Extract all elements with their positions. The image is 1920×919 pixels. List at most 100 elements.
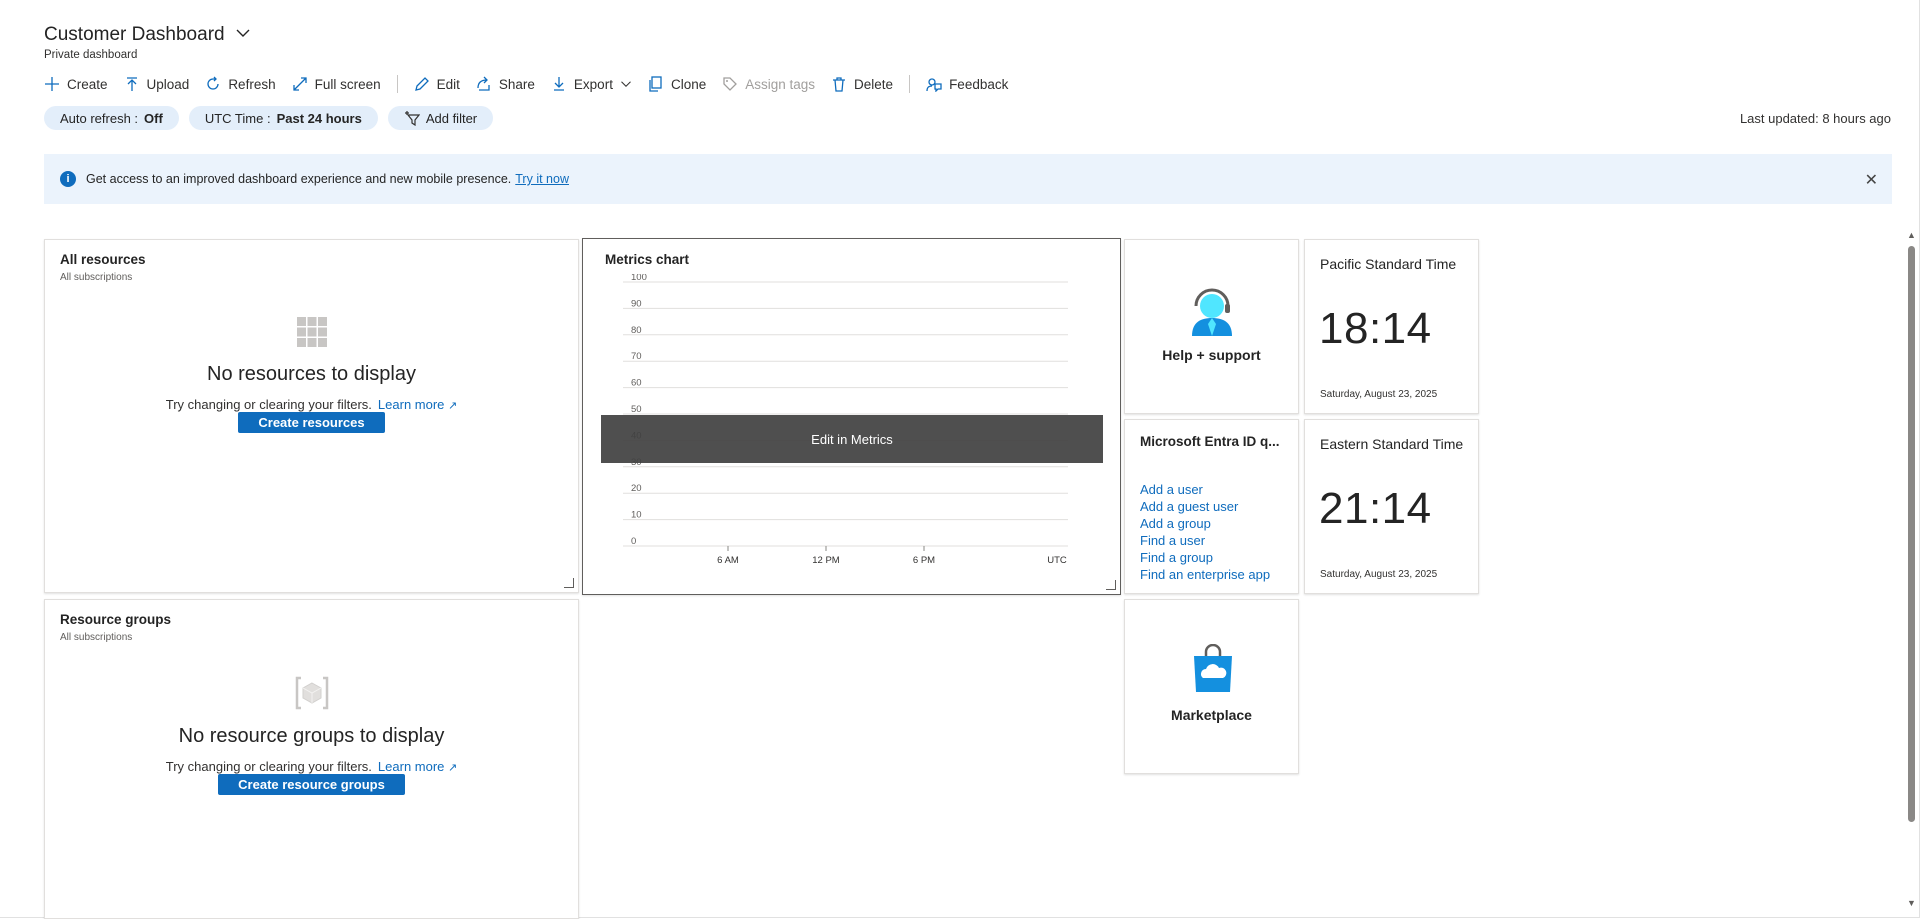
assign-tags-label: Assign tags: [745, 76, 816, 92]
time-range-value: Past 24 hours: [276, 110, 362, 126]
empty-title: No resources to display: [207, 363, 416, 385]
feedback-button[interactable]: Feedback: [926, 76, 1008, 92]
add-group-link[interactable]: Add a group: [1140, 515, 1270, 532]
resource-group-icon: [295, 676, 328, 710]
find-enterprise-app-link[interactable]: Find an enterprise app: [1140, 566, 1270, 583]
tile-title: Resource groups: [60, 612, 172, 627]
page-subtitle: Private dashboard: [44, 49, 138, 61]
tile-subtitle: All subscriptions: [60, 632, 133, 643]
resize-handle[interactable]: [564, 578, 574, 588]
tile-title: Microsoft Entra ID q...: [1140, 434, 1280, 449]
scroll-thumb[interactable]: [1908, 246, 1915, 822]
clone-button[interactable]: Clone: [648, 76, 706, 92]
fullscreen-label: Full screen: [314, 76, 381, 92]
feedback-icon: [926, 78, 942, 92]
vertical-scrollbar[interactable]: ▲ ▼: [1905, 230, 1917, 908]
add-guest-user-link[interactable]: Add a guest user: [1140, 498, 1270, 515]
clock-title: Pacific Standard Time: [1320, 256, 1457, 272]
learn-more-link[interactable]: Learn more: [378, 759, 444, 774]
toolbar: Create Upload Refresh Full screen Edit S…: [44, 72, 1024, 96]
auto-refresh-pill[interactable]: Auto refresh : Off: [44, 106, 179, 130]
refresh-icon: [207, 76, 219, 90]
edit-in-metrics-button[interactable]: Edit in Metrics: [601, 415, 1103, 463]
empty-state: No resource groups to display Try changi…: [45, 676, 578, 795]
y-tick-label: 90: [631, 298, 642, 309]
pacific-clock-tile: Pacific Standard Time 18:14 Saturday, Au…: [1304, 239, 1479, 414]
title-row: Customer Dashboard: [44, 24, 251, 46]
find-group-link[interactable]: Find a group: [1140, 549, 1270, 566]
fullscreen-button[interactable]: Full screen: [292, 76, 381, 92]
create-resource-groups-button[interactable]: Create resource groups: [218, 774, 405, 795]
y-tick-label: 20: [631, 483, 642, 494]
help-support-label: Help + support: [1162, 347, 1261, 363]
trash-icon: [833, 77, 846, 92]
close-icon[interactable]: ✕: [1865, 170, 1878, 190]
eastern-clock-tile: Eastern Standard Time 21:14 Saturday, Au…: [1304, 419, 1479, 594]
scroll-down-icon[interactable]: ▼: [1907, 898, 1916, 908]
tile-title: All resources: [60, 252, 146, 267]
x-tick-label: 6 PM: [913, 555, 935, 566]
empty-text: Try changing or clearing your filters. Le…: [45, 397, 578, 412]
edit-button[interactable]: Edit: [414, 76, 460, 92]
x-tick-label: UTC: [1047, 555, 1067, 566]
refresh-button[interactable]: Refresh: [205, 76, 276, 92]
banner-text: Get access to an improved dashboard expe…: [86, 172, 512, 186]
toolbar-divider: [396, 75, 398, 93]
entra-id-tile: Microsoft Entra ID q... Add a user Add a…: [1124, 419, 1299, 594]
scroll-up-icon[interactable]: ▲: [1907, 230, 1916, 240]
expand-icon: [292, 77, 307, 91]
metrics-chart-tile[interactable]: Metrics chart 10090807060504030201006 AM…: [582, 238, 1121, 595]
share-label: Share: [498, 76, 535, 92]
clock-time: 18:14: [1319, 304, 1432, 353]
delete-label: Delete: [854, 76, 894, 92]
feedback-label: Feedback: [949, 76, 1009, 92]
y-tick-label: 50: [631, 404, 642, 415]
clock-time: 21:14: [1319, 484, 1432, 533]
marketplace-label: Marketplace: [1171, 707, 1252, 723]
add-filter-label: Add filter: [425, 110, 478, 126]
learn-more-link[interactable]: Learn more: [378, 397, 444, 412]
time-range-pill[interactable]: UTC Time : Past 24 hours: [188, 106, 378, 130]
quick-links: Add a user Add a guest user Add a group …: [1140, 481, 1270, 583]
empty-text: Try changing or clearing your filters. Le…: [45, 759, 578, 774]
create-resources-button[interactable]: Create resources: [238, 412, 385, 433]
delete-button[interactable]: Delete: [831, 76, 893, 92]
x-tick-label: 12 PM: [812, 555, 840, 566]
y-tick-label: 60: [631, 378, 642, 389]
pencil-icon: [414, 77, 429, 91]
resource-groups-tile[interactable]: Resource groups All subscriptions No res…: [44, 599, 579, 919]
find-user-link[interactable]: Find a user: [1140, 532, 1270, 549]
info-banner: i Get access to an improved dashboard ex…: [44, 154, 1892, 204]
create-button[interactable]: Create: [44, 76, 108, 92]
help-support-tile[interactable]: Help + support: [1124, 239, 1299, 414]
edit-label: Edit: [436, 76, 460, 92]
resize-handle[interactable]: [1106, 580, 1116, 590]
plus-icon: [45, 77, 59, 91]
try-it-now-link[interactable]: Try it now: [515, 172, 569, 186]
add-user-link[interactable]: Add a user: [1140, 481, 1270, 498]
share-button[interactable]: Share: [476, 76, 535, 92]
clone-label: Clone: [670, 76, 707, 92]
assign-tags-button[interactable]: Assign tags: [722, 76, 815, 92]
all-resources-tile[interactable]: All resources All subscriptions No resou…: [44, 239, 579, 593]
copy-icon: [649, 76, 662, 92]
add-filter-pill[interactable]: Add filter: [387, 106, 494, 130]
add-filter-icon: [404, 111, 420, 126]
auto-refresh-label: Auto refresh :: [60, 110, 139, 126]
page-title: Customer Dashboard: [44, 24, 225, 45]
info-icon: i: [60, 171, 76, 187]
chevron-down-icon[interactable]: [235, 25, 251, 46]
export-label: Export: [573, 76, 613, 92]
create-label: Create: [67, 76, 108, 92]
support-agent-icon: [1192, 288, 1232, 336]
marketplace-bag-icon: [1194, 644, 1232, 692]
external-link-icon: ↗: [448, 400, 458, 412]
upload-button[interactable]: Upload: [124, 76, 189, 92]
y-tick-label: 100: [631, 274, 647, 283]
grid-icon: [296, 317, 327, 347]
filter-pills: Auto refresh : Off UTC Time : Past 24 ho…: [44, 106, 494, 130]
marketplace-tile[interactable]: Marketplace: [1124, 599, 1299, 774]
refresh-label: Refresh: [228, 76, 276, 92]
export-button[interactable]: Export: [551, 76, 632, 92]
tag-icon: [723, 77, 738, 91]
